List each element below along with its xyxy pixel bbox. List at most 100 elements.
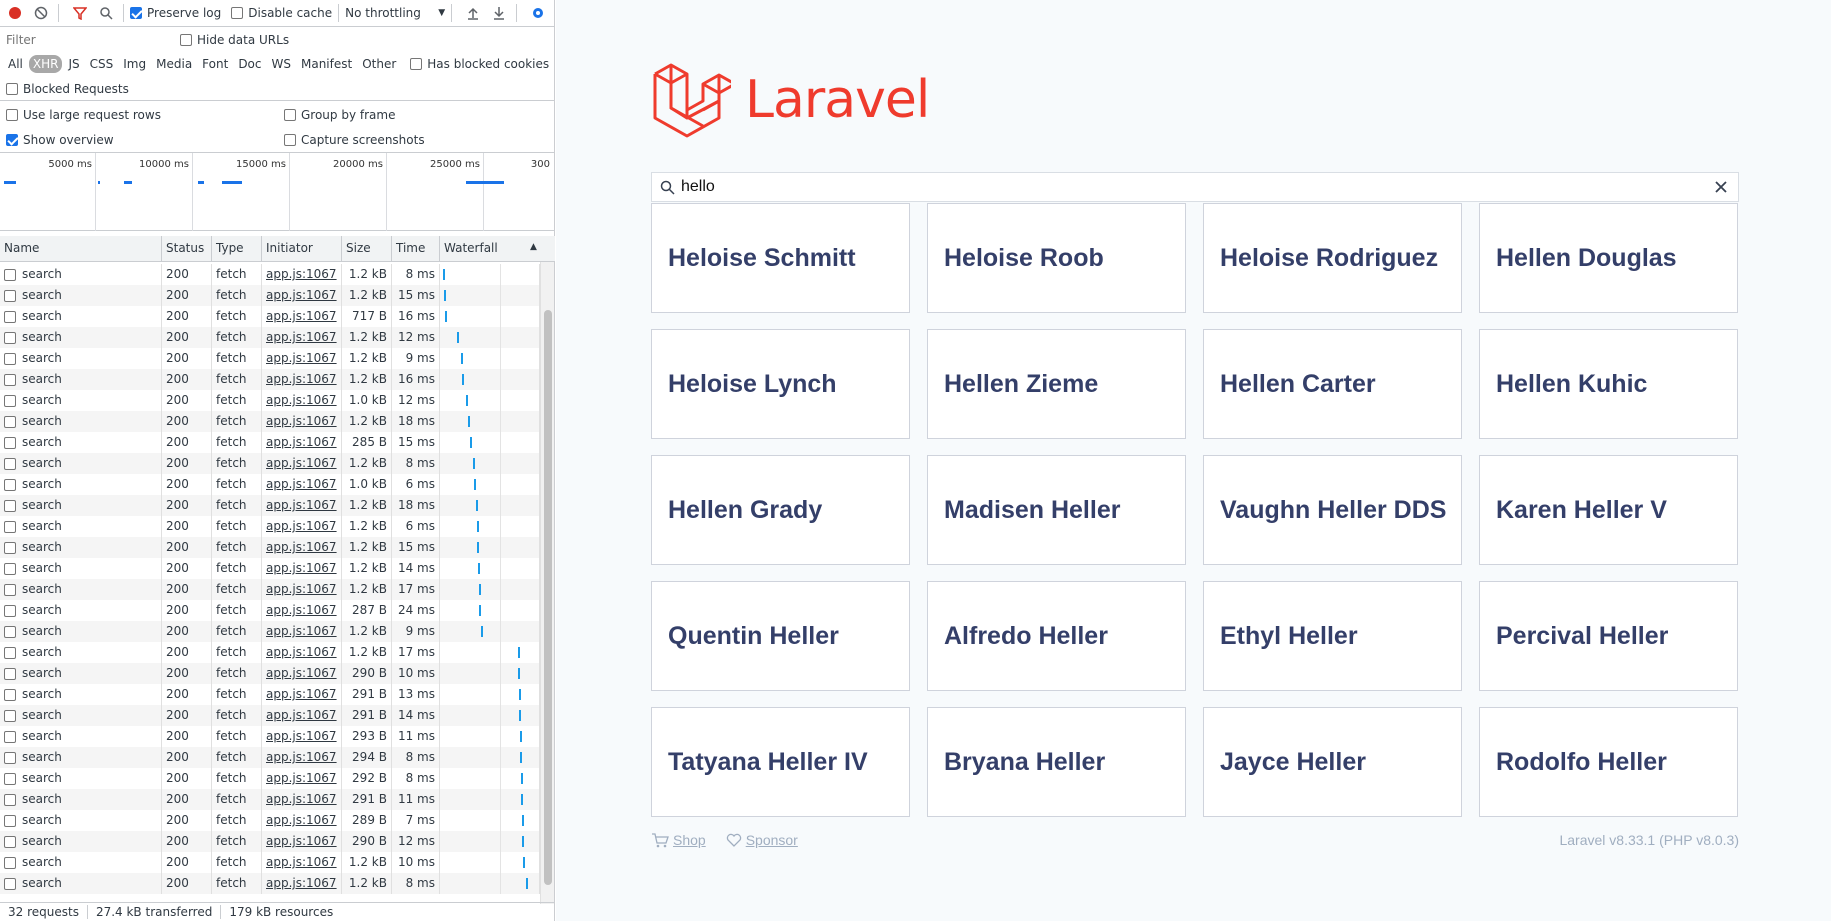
request-row-checkbox[interactable] [4,625,16,638]
request-initiator-link[interactable]: app.js:1067 [262,537,342,558]
type-filter-other[interactable]: Other [358,55,400,73]
request-row-checkbox[interactable] [4,814,16,827]
request-row-checkbox[interactable] [4,751,16,764]
result-card[interactable]: Bryana Heller [927,707,1186,817]
type-filter-ws[interactable]: WS [268,55,295,73]
disable-cache-checkbox[interactable]: Disable cache [231,6,332,20]
request-initiator-link[interactable]: app.js:1067 [262,642,342,663]
request-row-checkbox[interactable] [4,583,16,596]
result-card[interactable]: Percival Heller [1479,581,1738,691]
table-row[interactable]: search 200 fetch app.js:1067 717 B 16 ms [0,306,540,327]
result-card[interactable]: Quentin Heller [651,581,910,691]
request-row-checkbox[interactable] [4,457,16,470]
search-icon[interactable] [95,2,117,24]
result-card[interactable]: Heloise Lynch [651,329,910,439]
search-input[interactable] [675,178,1714,196]
request-row-checkbox[interactable] [4,373,16,386]
type-filter-doc[interactable]: Doc [234,55,265,73]
request-row-checkbox[interactable] [4,289,16,302]
request-initiator-link[interactable]: app.js:1067 [262,348,342,369]
request-initiator-link[interactable]: app.js:1067 [262,453,342,474]
type-filter-js[interactable]: JS [64,55,83,73]
request-row-checkbox[interactable] [4,520,16,533]
request-initiator-link[interactable]: app.js:1067 [262,411,342,432]
request-initiator-link[interactable]: app.js:1067 [262,726,342,747]
column-header-initiator[interactable]: Initiator [262,236,342,262]
table-row[interactable]: search 200 fetch app.js:1067 1.2 kB 15 ms [0,537,540,558]
laravel-logo[interactable]: Laravel [651,60,930,140]
scrollbar-thumb[interactable] [544,310,552,885]
table-row[interactable]: search 200 fetch app.js:1067 1.2 kB 17 ms [0,642,540,663]
show-overview-checkbox[interactable]: Show overview [6,133,284,147]
request-initiator-link[interactable]: app.js:1067 [262,621,342,642]
network-overview[interactable]: 5000 ms 10000 ms 15000 ms 20000 ms 25000… [0,153,555,231]
result-card[interactable]: Hellen Carter [1203,329,1462,439]
request-row-checkbox[interactable] [4,835,16,848]
clear-icon[interactable] [30,2,52,24]
table-row[interactable]: search 200 fetch app.js:1067 1.2 kB 10 ms [0,852,540,873]
request-initiator-link[interactable]: app.js:1067 [262,873,342,894]
table-row[interactable]: search 200 fetch app.js:1067 1.0 kB 6 ms [0,474,540,495]
request-initiator-link[interactable]: app.js:1067 [262,474,342,495]
request-row-checkbox[interactable] [4,268,16,281]
result-card[interactable]: Jayce Heller [1203,707,1462,817]
request-initiator-link[interactable]: app.js:1067 [262,495,342,516]
request-row-checkbox[interactable] [4,562,16,575]
table-row[interactable]: search 200 fetch app.js:1067 291 B 14 ms [0,705,540,726]
table-row[interactable]: search 200 fetch app.js:1067 1.0 kB 12 ms [0,390,540,411]
request-row-checkbox[interactable] [4,394,16,407]
result-card[interactable]: Heloise Roob [927,203,1186,313]
table-row[interactable]: search 200 fetch app.js:1067 1.2 kB 9 ms [0,621,540,642]
request-row-checkbox[interactable] [4,856,16,869]
import-har-icon[interactable] [462,2,484,24]
hide-data-urls-check[interactable] [180,34,192,46]
throttling-select[interactable]: No throttling ▼ [345,6,445,20]
request-initiator-link[interactable]: app.js:1067 [262,516,342,537]
table-row[interactable]: search 200 fetch app.js:1067 1.2 kB 8 ms [0,453,540,474]
result-card[interactable]: Heloise Rodriguez [1203,203,1462,313]
request-initiator-link[interactable]: app.js:1067 [262,684,342,705]
filter-input[interactable] [0,30,165,50]
table-row[interactable]: search 200 fetch app.js:1067 291 B 13 ms [0,684,540,705]
request-row-checkbox[interactable] [4,709,16,722]
type-filter-xhr[interactable]: XHR [28,55,63,73]
result-card[interactable]: Hellen Douglas [1479,203,1738,313]
type-filter-media[interactable]: Media [152,55,196,73]
shop-link[interactable]: Shop [651,832,706,848]
result-card[interactable]: Vaughn Heller DDS [1203,455,1462,565]
request-initiator-link[interactable]: app.js:1067 [262,768,342,789]
table-row[interactable]: search 200 fetch app.js:1067 1.2 kB 8 ms [0,873,540,894]
large-rows-checkbox[interactable]: Use large request rows [6,108,284,122]
type-filter-css[interactable]: CSS [86,55,118,73]
record-icon[interactable] [4,2,26,24]
result-card[interactable]: Madisen Heller [927,455,1186,565]
request-initiator-link[interactable]: app.js:1067 [262,264,342,285]
blocked-requests-checkbox[interactable]: Blocked Requests [6,82,129,96]
request-initiator-link[interactable]: app.js:1067 [262,663,342,684]
request-row-checkbox[interactable] [4,415,16,428]
requests-scrollbar[interactable] [540,262,554,904]
close-icon[interactable] [1714,180,1728,194]
show-overview-check[interactable] [6,133,18,146]
filter-icon[interactable] [69,2,91,24]
capture-screenshots-checkbox[interactable]: Capture screenshots [284,133,425,147]
request-row-checkbox[interactable] [4,667,16,680]
column-header-name[interactable]: Name [0,236,162,262]
gear-icon[interactable] [527,2,549,24]
has-blocked-cookies-check[interactable] [410,58,423,70]
blocked-requests-check[interactable] [6,82,18,95]
column-header-size[interactable]: Size [342,236,392,262]
column-header-time[interactable]: Time [392,236,440,262]
request-row-checkbox[interactable] [4,877,16,890]
result-card[interactable]: Hellen Grady [651,455,910,565]
request-row-checkbox[interactable] [4,310,16,323]
request-row-checkbox[interactable] [4,793,16,806]
large-rows-check[interactable] [6,109,18,121]
request-initiator-link[interactable]: app.js:1067 [262,306,342,327]
table-row[interactable]: search 200 fetch app.js:1067 292 B8 ms [0,768,540,789]
preserve-log-checkbox[interactable]: Preserve log [130,6,221,20]
request-initiator-link[interactable]: app.js:1067 [262,579,342,600]
result-card[interactable]: Hellen Zieme [927,329,1186,439]
type-filter-manifest[interactable]: Manifest [297,55,356,73]
table-row[interactable]: search 200 fetch app.js:1067 294 B8 ms [0,747,540,768]
